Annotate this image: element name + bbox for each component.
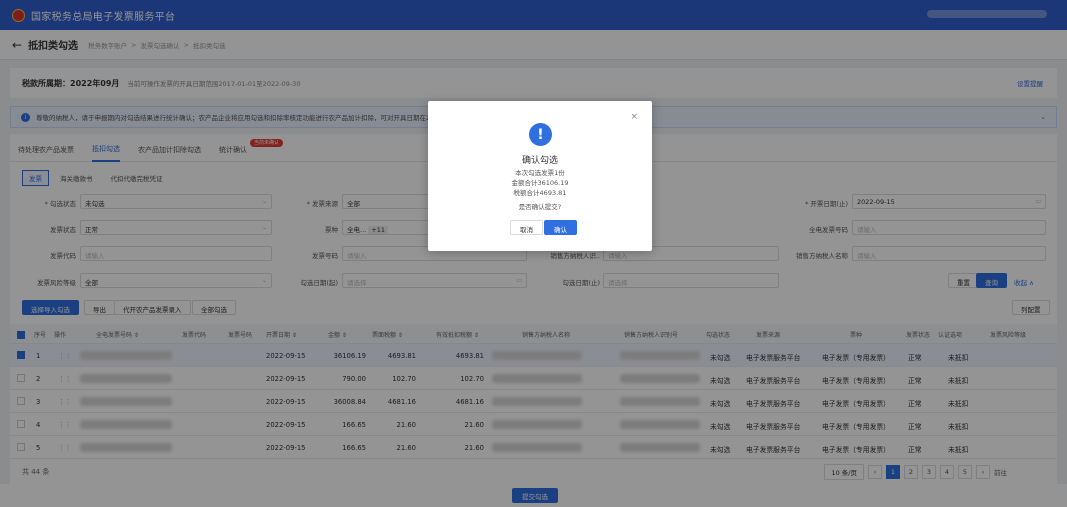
dialog-amount: 金额合计36106.19 bbox=[511, 179, 569, 187]
dialog-count: 本次勾选发票1份 bbox=[515, 169, 565, 177]
dialog-question: 是否确认提交? bbox=[518, 203, 562, 211]
cancel-button[interactable]: 取消 bbox=[510, 220, 543, 235]
dialog-title: 确认勾选 bbox=[521, 156, 558, 166]
exclamation-icon: ! bbox=[529, 123, 552, 146]
modal-overlay[interactable] bbox=[0, 0, 1067, 507]
confirm-button[interactable]: 确认 bbox=[544, 220, 577, 235]
confirm-dialog: × ! 确认勾选 本次勾选发票1份 金额合计36106.19 税额合计4693.… bbox=[428, 101, 652, 251]
close-icon[interactable]: × bbox=[630, 112, 638, 122]
dialog-tax: 税额合计4693.81 bbox=[513, 189, 567, 197]
